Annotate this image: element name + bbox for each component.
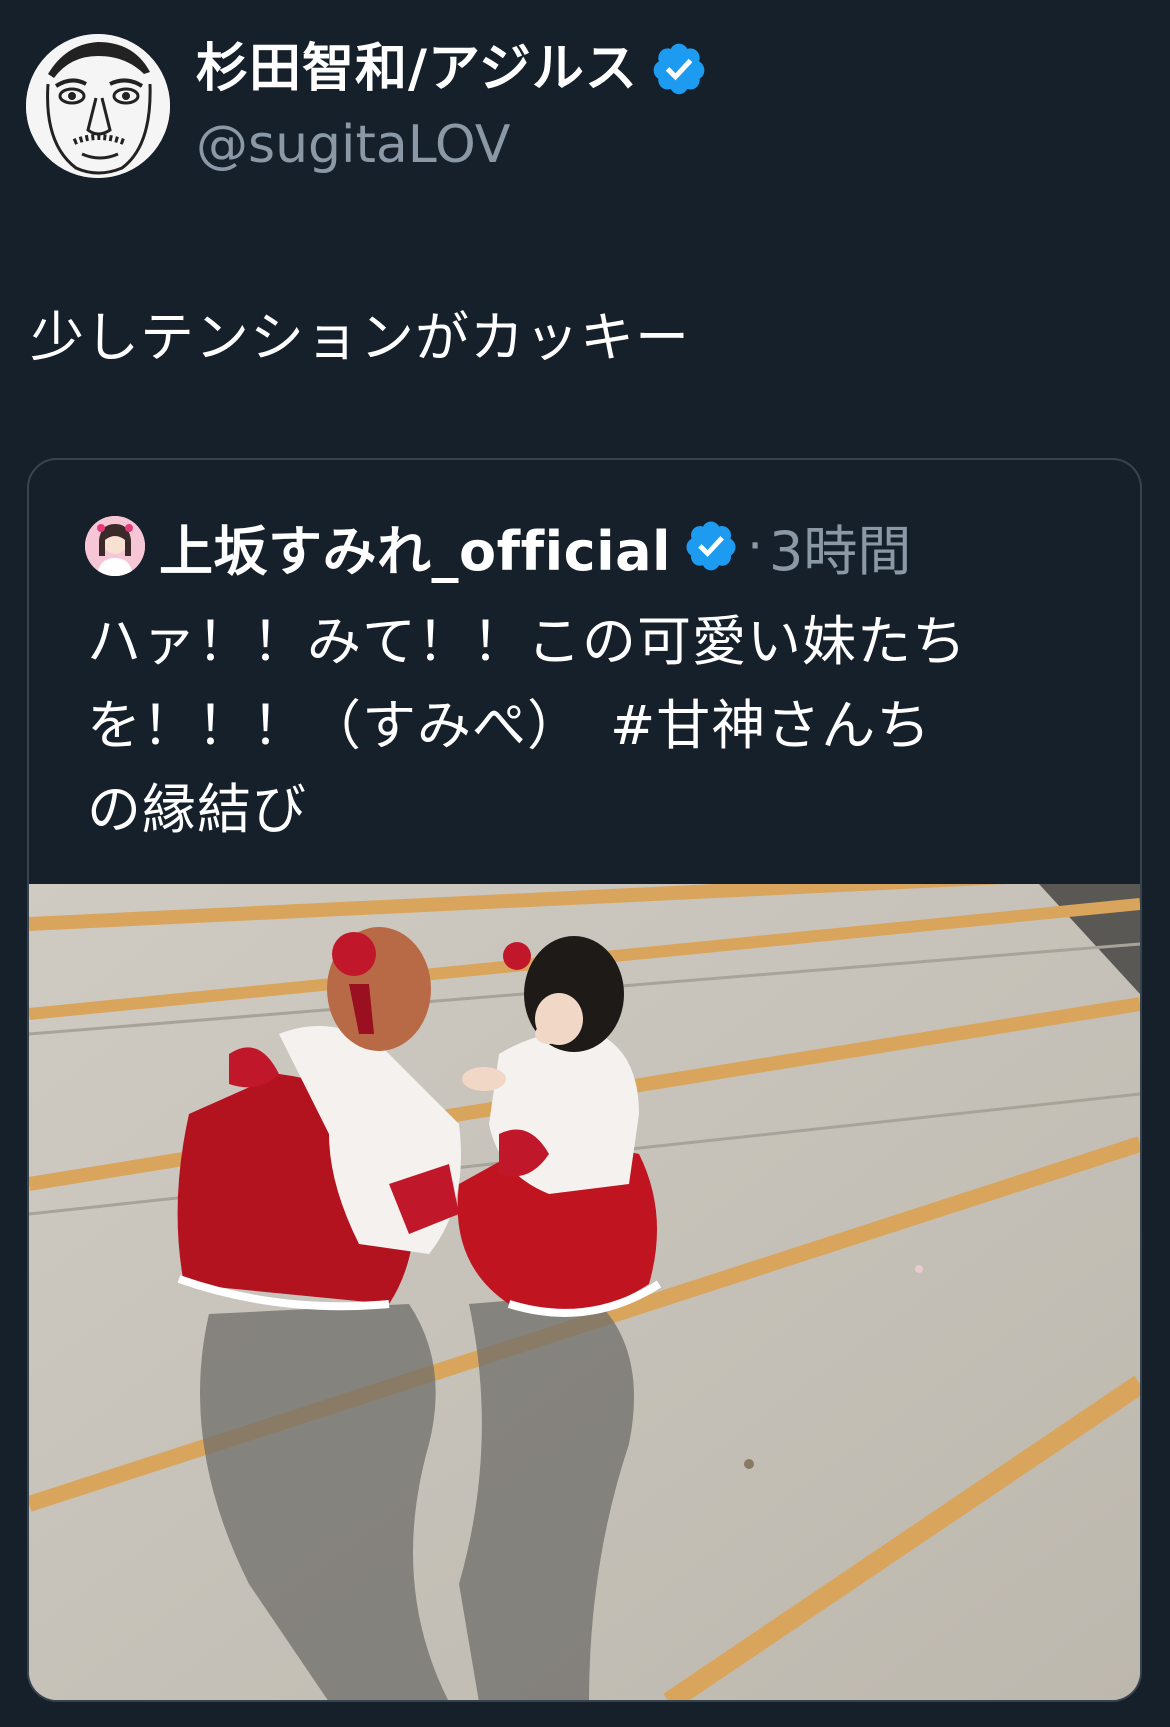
quoted-text-line: ハァ！！みて！！この可愛い妹たち (87, 610, 967, 673)
quoted-tweet-card[interactable]: 上坂すみれ_official · 3時間 ハァ！！みて！！この可愛い妹たち を！… (27, 458, 1142, 1702)
author-name-row: 杉田智和/アジルス (196, 34, 708, 104)
quoted-tweet-header: 上坂すみれ_official · 3時間 (159, 506, 911, 586)
quoted-text-line: を！！！（すみぺ） #甘神さんち (87, 694, 932, 757)
author-handle[interactable]: @sugitaLOV (196, 112, 510, 178)
photo-two-shrine-maidens (29, 867, 1140, 1700)
attached-photo[interactable] (29, 867, 1140, 1700)
author-display-name[interactable]: 杉田智和/アジルス (196, 34, 638, 104)
author-avatar[interactable] (26, 34, 170, 178)
verified-badge-icon (683, 518, 739, 574)
quoted-author-avatar[interactable] (85, 516, 145, 576)
quoted-author-display-name[interactable]: 上坂すみれ_official (159, 507, 671, 586)
verified-badge-icon (650, 40, 708, 98)
quoted-tweet-text: ハァ！！みて！！この可愛い妹たち を！！！（すみぺ） #甘神さんち の縁結び (87, 600, 1097, 852)
caricature-avatar-image (26, 34, 170, 178)
quoted-avatar-image (85, 516, 145, 576)
header-separator: · (747, 517, 763, 575)
tweet-text: 少しテンションがカッキー (30, 306, 690, 369)
quoted-tweet-timestamp[interactable]: 3時間 (769, 507, 911, 586)
quoted-text-line: の縁結び (87, 778, 307, 841)
tweet-view: 杉田智和/アジルス @sugitaLOV 少しテンションがカッキー 上坂すみれ_… (0, 0, 1170, 1727)
